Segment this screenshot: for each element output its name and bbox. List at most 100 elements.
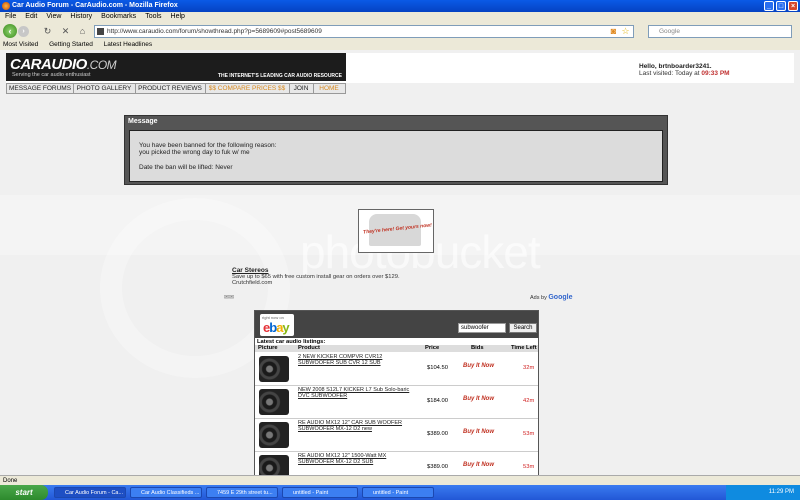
- bookmark-latest-headlines[interactable]: Latest Headlines: [104, 41, 152, 48]
- close-button[interactable]: ×: [788, 1, 798, 11]
- col-picture: Picture: [258, 345, 278, 351]
- menu-history[interactable]: History: [70, 13, 92, 20]
- col-product: Product: [298, 345, 320, 351]
- rss-feed-icon[interactable]: ◙: [608, 26, 619, 37]
- tab-photo-gallery[interactable]: PHOTO GALLERY: [73, 84, 136, 93]
- bookmark-star-icon[interactable]: ☆: [620, 26, 631, 37]
- tab-home[interactable]: HOME: [313, 84, 345, 93]
- bookmark-most-visited[interactable]: Most Visited: [3, 41, 38, 48]
- ads-by-label: Ads by: [530, 295, 547, 301]
- ban-lift-date: Date the ban will be lifted: Never: [139, 164, 233, 171]
- ebay-search-input[interactable]: subwoofer: [458, 323, 506, 333]
- tshirt-ad-banner[interactable]: They're here! Get yours now!: [358, 209, 434, 253]
- menu-view[interactable]: View: [46, 13, 61, 20]
- home-icon[interactable]: ⌂: [77, 26, 88, 37]
- task-street-page[interactable]: 7459 E 29th street tu...: [206, 487, 278, 498]
- url-bar[interactable]: http://www.caraudio.com/forum/showthread…: [94, 25, 634, 38]
- subwoofer-thumbnail[interactable]: [259, 389, 289, 415]
- clock[interactable]: 11:29 PM: [769, 489, 794, 495]
- tab-compare-prices[interactable]: $$ COMPARE PRICES $$: [205, 84, 290, 93]
- message-header: Message: [125, 116, 667, 127]
- ban-reason-intro: You have been banned for the following r…: [139, 142, 277, 149]
- ban-reason: you picked the wrong day to fuk w/ me: [139, 149, 250, 156]
- listing-price: $389.00: [427, 431, 448, 437]
- buy-it-now-icon[interactable]: Buy It Now: [463, 462, 494, 468]
- col-time-left: Time Left: [511, 345, 537, 351]
- system-tray: 11:29 PM: [726, 485, 800, 500]
- listing-product-link[interactable]: NEW 2008 S12L7 KICKER L7 Sub Solo-baric …: [298, 387, 410, 399]
- maximize-button[interactable]: □: [776, 1, 786, 11]
- tab-product-reviews[interactable]: PRODUCT REVIEWS: [135, 84, 206, 93]
- table-row: 2 NEW KICKER COMPVR CVR12 SUBWOOFER SUB …: [255, 353, 538, 386]
- listing-product-link[interactable]: RE AUDIO MX12 12" 1500-Watt MX SUBWOOFER…: [298, 453, 410, 465]
- col-bids: Bids: [471, 345, 484, 351]
- task-paint-1[interactable]: untitled - Paint: [282, 487, 358, 498]
- buy-it-now-icon[interactable]: Buy It Now: [463, 363, 494, 369]
- ebay-widget-header: right now on ebay subwoofer Search: [255, 311, 538, 338]
- stop-icon[interactable]: ✕: [60, 26, 71, 37]
- site-favicon-icon: [97, 28, 104, 35]
- text-ad-link[interactable]: Car Stereos: [232, 267, 269, 274]
- menu-bookmarks[interactable]: Bookmarks: [101, 13, 136, 20]
- table-row: RE AUDIO MX12 12" CAR SUB WOOFER SUBWOOF…: [255, 419, 538, 452]
- last-visited-label: Last visited: Today at: [639, 70, 700, 77]
- listing-price: $184.00: [427, 398, 448, 404]
- forward-arrow-icon[interactable]: ›: [18, 26, 29, 37]
- logo-main: CARAUDIO: [10, 56, 87, 73]
- ban-message-box: Message You have been banned for the fol…: [124, 115, 668, 185]
- site-nav-tabs: MESSAGE FORUMS PHOTO GALLERY PRODUCT REV…: [6, 83, 346, 94]
- logo-tagline: Serving the car audio enthusiast: [12, 72, 91, 78]
- tab-join[interactable]: JOIN: [289, 84, 314, 93]
- bookmark-getting-started[interactable]: Getting Started: [49, 41, 93, 48]
- logo-suffix: .COM: [86, 58, 117, 72]
- user-greeting: Hello, brtnboarder3241.: [639, 63, 712, 70]
- site-logo[interactable]: CARAUDIO.COM Serving the car audio enthu…: [6, 53, 346, 81]
- ads-by-google[interactable]: Ads by Google: [530, 294, 572, 301]
- menu-edit[interactable]: Edit: [25, 13, 37, 20]
- ad-feedback-icon[interactable]: ✉✉: [224, 294, 234, 301]
- search-input[interactable]: Google: [648, 25, 792, 38]
- url-text: http://www.caraudio.com/forum/showthread…: [107, 28, 322, 35]
- buy-it-now-icon[interactable]: Buy It Now: [463, 429, 494, 435]
- task-car-audio-classifieds[interactable]: Car Audio Classifieds ...: [130, 487, 202, 498]
- listing-price: $389.00: [427, 464, 448, 470]
- site-header: CARAUDIO.COM Serving the car audio enthu…: [6, 53, 794, 83]
- subwoofer-thumbnail[interactable]: [259, 356, 289, 382]
- menu-tools[interactable]: Tools: [145, 13, 161, 20]
- menu-bar: File Edit View History Bookmarks Tools Help: [0, 12, 800, 22]
- col-price: Price: [425, 345, 440, 351]
- minimize-button[interactable]: _: [764, 1, 774, 11]
- listing-time-left: 53m: [523, 464, 535, 470]
- task-car-audio-forum[interactable]: Car Audio Forum - Ca...: [54, 487, 126, 498]
- google-logo: Google: [548, 294, 573, 301]
- firefox-icon: [2, 2, 10, 10]
- bookmarks-toolbar: Most Visited Getting Started Latest Head…: [0, 40, 800, 50]
- ebay-logo-text: ebay: [263, 320, 290, 335]
- tab-message-forums[interactable]: MESSAGE FORUMS: [7, 84, 74, 93]
- listing-time-left: 42m: [523, 398, 535, 404]
- ebay-logo[interactable]: right now on ebay: [260, 314, 294, 336]
- table-row: RE AUDIO MX12 12" 1500-Watt MX SUBWOOFER…: [255, 452, 538, 475]
- table-row: NEW 2008 S12L7 KICKER L7 Sub Solo-baric …: [255, 386, 538, 419]
- window-title: Car Audio Forum - CarAudio.com - Mozilla…: [12, 2, 178, 9]
- status-text: Done: [3, 478, 18, 484]
- page-viewport: CARAUDIO.COM Serving the car audio enthu…: [0, 50, 800, 475]
- listing-product-link[interactable]: RE AUDIO MX12 12" CAR SUB WOOFER SUBWOOF…: [298, 420, 410, 432]
- listing-price: $104.50: [427, 365, 448, 371]
- message-body: You have been banned for the following r…: [129, 130, 663, 182]
- listing-product-link[interactable]: 2 NEW KICKER COMPVR CVR12 SUBWOOFER SUB …: [298, 354, 410, 366]
- back-arrow-icon[interactable]: ‹: [3, 24, 17, 38]
- text-ad-url[interactable]: Crutchfield.com: [232, 280, 272, 286]
- buy-it-now-icon[interactable]: Buy It Now: [463, 396, 494, 402]
- menu-help[interactable]: Help: [171, 13, 185, 20]
- listing-time-left: 53m: [523, 431, 535, 437]
- subwoofer-thumbnail[interactable]: [259, 422, 289, 448]
- logo-slogan: THE INTERNET'S LEADING CAR AUDIO RESOURC…: [217, 73, 342, 79]
- subwoofer-thumbnail[interactable]: [259, 455, 289, 475]
- ebay-search-button[interactable]: Search: [509, 323, 537, 333]
- reload-icon[interactable]: ↻: [42, 26, 53, 37]
- task-paint-2[interactable]: untitled - Paint: [362, 487, 434, 498]
- start-button[interactable]: start: [0, 485, 48, 500]
- menu-file[interactable]: File: [5, 13, 16, 20]
- ebay-table-header: Picture Product Price Bids Time Left: [255, 345, 538, 352]
